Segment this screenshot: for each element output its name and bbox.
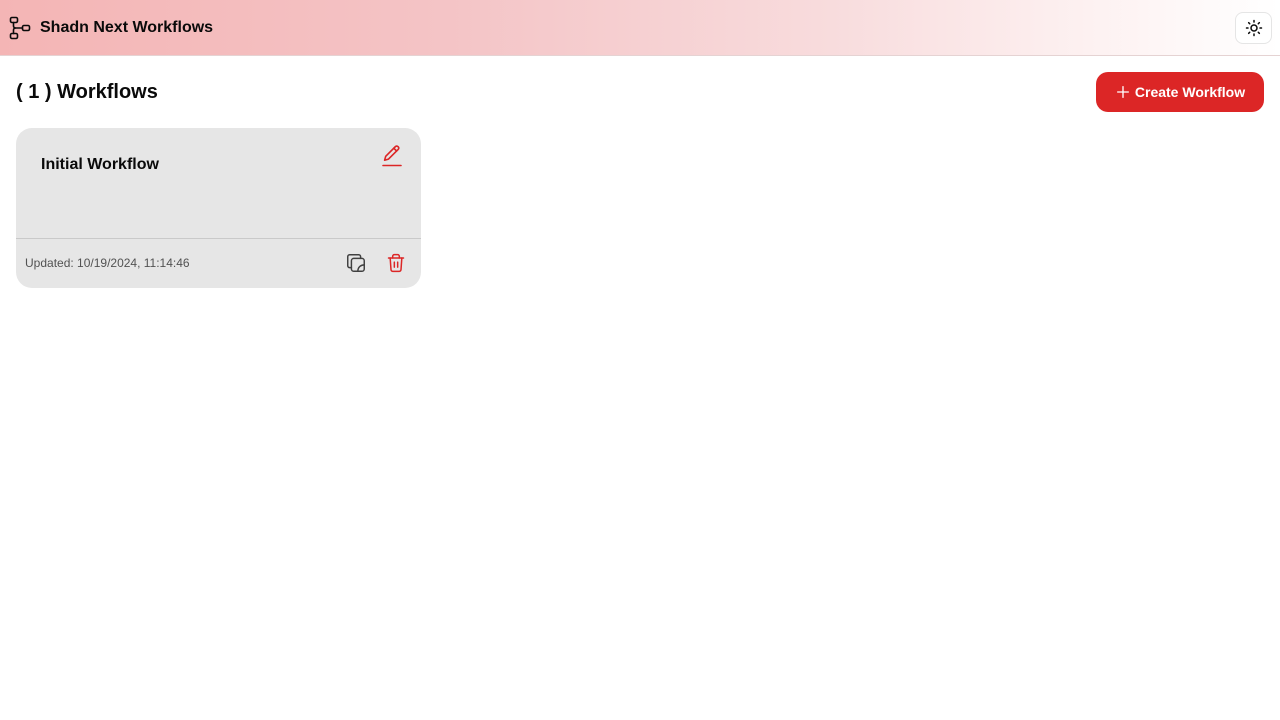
updated-timestamp: Updated: 10/19/2024, 11:14:46 (25, 256, 190, 270)
edit-icon (382, 145, 402, 167)
card-divider (16, 238, 421, 239)
plus-icon (1116, 86, 1129, 98)
theme-toggle-button[interactable] (1235, 12, 1272, 44)
duplicate-workflow-button[interactable] (344, 251, 368, 275)
brand: Shadn Next Workflows (9, 16, 213, 40)
app-header: Shadn Next Workflows (0, 0, 1280, 56)
create-workflow-button[interactable]: Create Workflow (1096, 72, 1264, 112)
page-title: ( 1 ) Workflows (16, 81, 158, 103)
copy-icon (347, 254, 365, 272)
workflow-card[interactable]: Initial Workflow Updated: 10/19/2024, 11… (16, 128, 421, 288)
app-title: Shadn Next Workflows (40, 19, 214, 36)
create-workflow-label: Create Workflow (1134, 84, 1246, 100)
sun-icon (1245, 19, 1262, 37)
edit-workflow-button[interactable] (380, 142, 404, 168)
workflow-title: Initial Workflow (41, 156, 159, 173)
delete-workflow-button[interactable] (384, 251, 408, 275)
workflow-icon (9, 16, 31, 40)
trash-icon (387, 253, 405, 273)
